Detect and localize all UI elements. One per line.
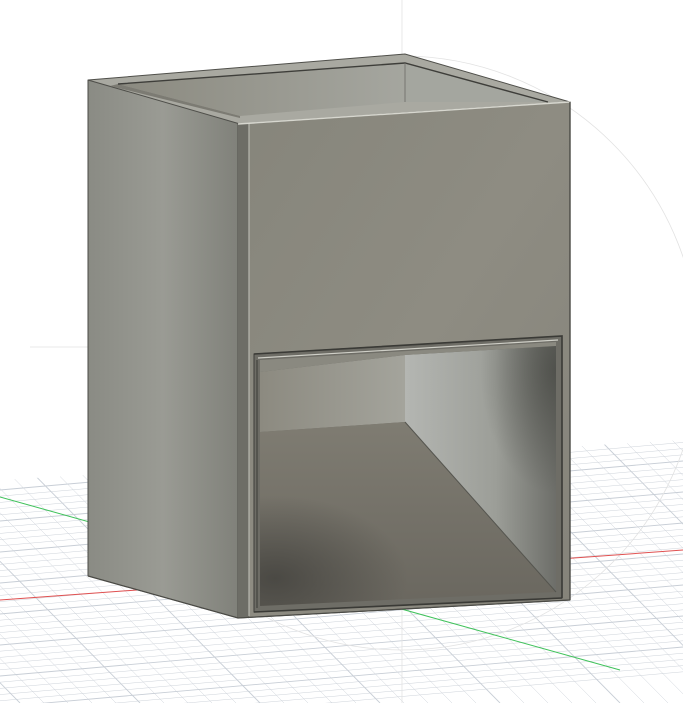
cad-3d-viewport[interactable]: [0, 0, 683, 703]
grid-line: [0, 628, 683, 689]
grid-line: [0, 609, 93, 703]
grid-line: [40, 646, 683, 703]
grid-line: [254, 665, 683, 703]
grid-line: [671, 439, 683, 452]
box-model[interactable]: [87, 53, 571, 619]
grid-line: [623, 439, 683, 501]
grid-line: [0, 615, 683, 677]
grid-line: [575, 439, 683, 549]
left-side-face[interactable]: [87, 79, 239, 619]
grid-line: [0, 640, 683, 702]
grid-line: [551, 439, 683, 573]
viewport-canvas[interactable]: [0, 0, 683, 703]
front-edge-bevel: [238, 124, 249, 618]
grid-line: [184, 659, 683, 703]
grid-line: [0, 621, 683, 683]
